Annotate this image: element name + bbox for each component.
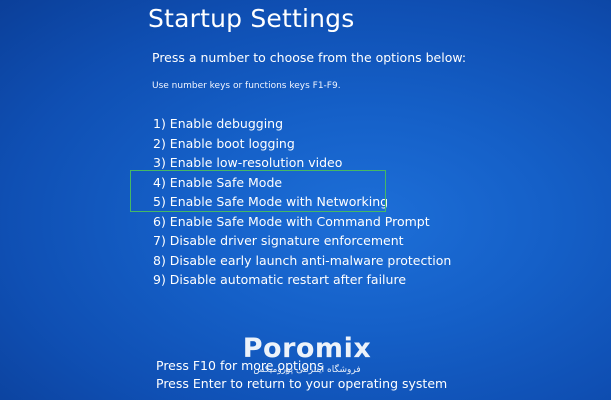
option-enable-safe-mode-command-prompt[interactable]: 6) Enable Safe Mode with Command Prompt (153, 212, 451, 232)
return-to-os-text[interactable]: Press Enter to return to your operating … (156, 375, 447, 393)
option-disable-automatic-restart[interactable]: 9) Disable automatic restart after failu… (153, 270, 451, 290)
key-hint-text: Use number keys or functions keys F1-F9. (152, 81, 341, 91)
instruction-text: Press a number to choose from the option… (152, 50, 467, 65)
safe-mode-highlight-box (130, 170, 386, 212)
option-enable-boot-logging[interactable]: 2) Enable boot logging (153, 134, 451, 154)
startup-settings-screen: Startup Settings Press a number to choos… (0, 0, 611, 400)
footer-instructions: Press F10 for more options Press Enter t… (156, 357, 447, 393)
page-title: Startup Settings (148, 4, 355, 33)
option-disable-driver-signature[interactable]: 7) Disable driver signature enforcement (153, 231, 451, 251)
option-disable-early-launch-antimalware[interactable]: 8) Disable early launch anti-malware pro… (153, 251, 451, 271)
option-enable-debugging[interactable]: 1) Enable debugging (153, 114, 451, 134)
more-options-text[interactable]: Press F10 for more options (156, 357, 447, 375)
